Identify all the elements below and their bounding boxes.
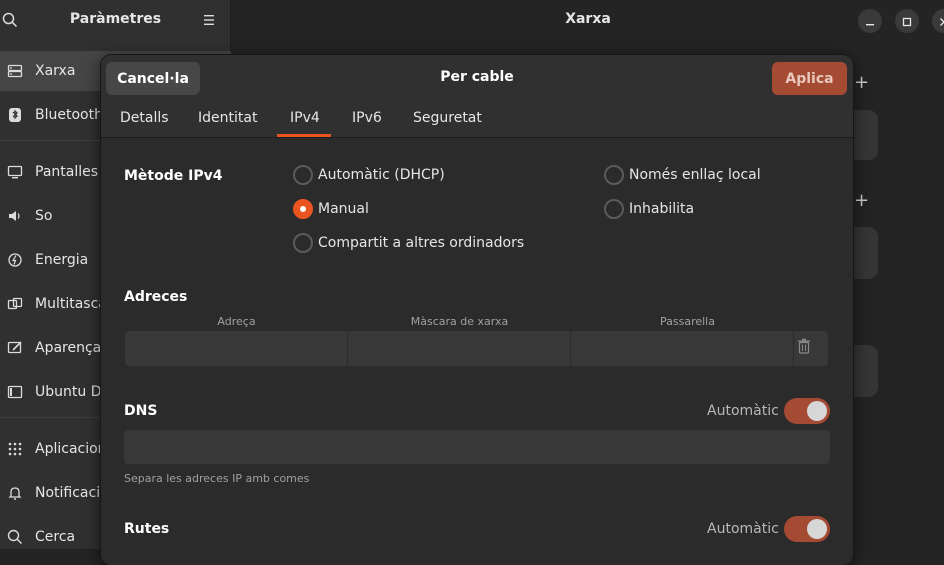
apps-grid-icon	[7, 441, 23, 457]
routes-automatic-toggle[interactable]	[784, 516, 830, 542]
maximize-icon	[902, 12, 912, 31]
radio-indicator	[604, 199, 624, 219]
bell-icon	[7, 485, 23, 501]
dns-label: DNS	[124, 403, 158, 419]
sidebar-header: Paràmetres	[0, 0, 231, 41]
sidebar-item-label: Energia	[35, 252, 89, 268]
tab-ipv6[interactable]: IPv6	[352, 110, 382, 126]
minimize-icon	[865, 12, 875, 31]
radio-indicator	[293, 165, 313, 185]
toggle-knob	[807, 401, 827, 421]
minimize-button[interactable]	[858, 9, 882, 33]
radio-label: Automàtic (DHCP)	[318, 167, 445, 183]
display-icon	[7, 164, 23, 180]
ubuntu-desktop-icon	[7, 384, 23, 400]
active-tab-indicator	[277, 134, 331, 137]
tab-ipv4[interactable]: IPv4	[290, 110, 320, 126]
toggle-knob	[807, 519, 827, 539]
delete-address-button[interactable]	[794, 338, 814, 358]
dns-hint: Separa les adreces IP amb comes	[124, 472, 310, 485]
addresses-label: Adreces	[124, 289, 188, 305]
tab-details[interactable]: Detalls	[120, 110, 169, 126]
radio-link-local-only[interactable]: Només enllaç local	[604, 165, 761, 185]
routes-automatic-label: Automàtic	[707, 521, 779, 537]
trash-icon	[797, 338, 811, 358]
radio-indicator	[604, 165, 624, 185]
radio-disable[interactable]: Inhabilita	[604, 199, 694, 219]
dns-servers-input[interactable]	[124, 430, 830, 464]
dialog-title: Per cable	[440, 69, 514, 85]
column-header-netmask: Màscara de xarxa	[410, 315, 509, 328]
close-icon	[939, 12, 944, 31]
radio-indicator-selected	[293, 199, 313, 219]
dns-automatic-label: Automàtic	[707, 403, 779, 419]
speaker-icon	[7, 208, 23, 224]
add-icon[interactable]: +	[854, 190, 869, 211]
network-wired-icon	[7, 63, 23, 79]
dns-automatic-toggle[interactable]	[784, 398, 830, 424]
radio-automatic-dhcp[interactable]: Automàtic (DHCP)	[293, 165, 445, 185]
hamburger-menu-icon[interactable]	[201, 12, 217, 28]
sidebar-item-label: Multitasca	[35, 296, 107, 312]
add-icon[interactable]: +	[854, 72, 869, 93]
sidebar-item-label: Aparença	[35, 340, 102, 356]
tab-identity[interactable]: Identitat	[198, 110, 257, 126]
dialog-header: Cancel·la Per cable Aplica Detalls Ident…	[101, 55, 853, 138]
power-icon	[7, 252, 23, 268]
address-input[interactable]	[125, 331, 348, 366]
maximize-button[interactable]	[895, 9, 919, 33]
routes-label: Rutes	[124, 521, 170, 537]
sidebar-item-label: Xarxa	[35, 63, 76, 79]
search-icon	[7, 529, 23, 545]
sidebar-item-label: Cerca	[35, 529, 76, 545]
settings-window: Paràmetres Xarxa Bluetooth Pantalles So …	[0, 0, 944, 565]
apply-button[interactable]: Aplica	[772, 62, 847, 95]
radio-label: Inhabilita	[629, 201, 695, 217]
sidebar-title: Paràmetres	[69, 11, 162, 27]
radio-label: Compartit a altres ordinadors	[318, 235, 525, 251]
multitasking-icon	[7, 296, 23, 312]
column-header-address: Adreça	[217, 315, 256, 328]
sidebar-item-label: Bluetooth	[35, 107, 103, 123]
bluetooth-icon	[7, 107, 23, 123]
sidebar-item-label: Pantalles	[35, 164, 99, 180]
close-button[interactable]	[932, 9, 944, 33]
ipv4-method-label: Mètode IPv4	[124, 168, 223, 184]
address-row	[125, 331, 828, 366]
netmask-input[interactable]	[348, 331, 571, 366]
radio-indicator	[293, 233, 313, 253]
tab-security[interactable]: Seguretat	[413, 110, 482, 126]
radio-label: Només enllaç local	[629, 167, 761, 183]
wired-connection-dialog: Cancel·la Per cable Aplica Detalls Ident…	[101, 55, 853, 565]
radio-shared[interactable]: Compartit a altres ordinadors	[293, 233, 524, 253]
sidebar-item-label: So	[35, 208, 53, 224]
gateway-input[interactable]	[571, 331, 794, 366]
appearance-icon	[7, 340, 23, 356]
radio-manual[interactable]: Manual	[293, 199, 369, 219]
radio-label: Manual	[318, 201, 369, 217]
page-title: Xarxa	[565, 11, 611, 27]
column-header-gateway: Passarella	[660, 315, 715, 328]
